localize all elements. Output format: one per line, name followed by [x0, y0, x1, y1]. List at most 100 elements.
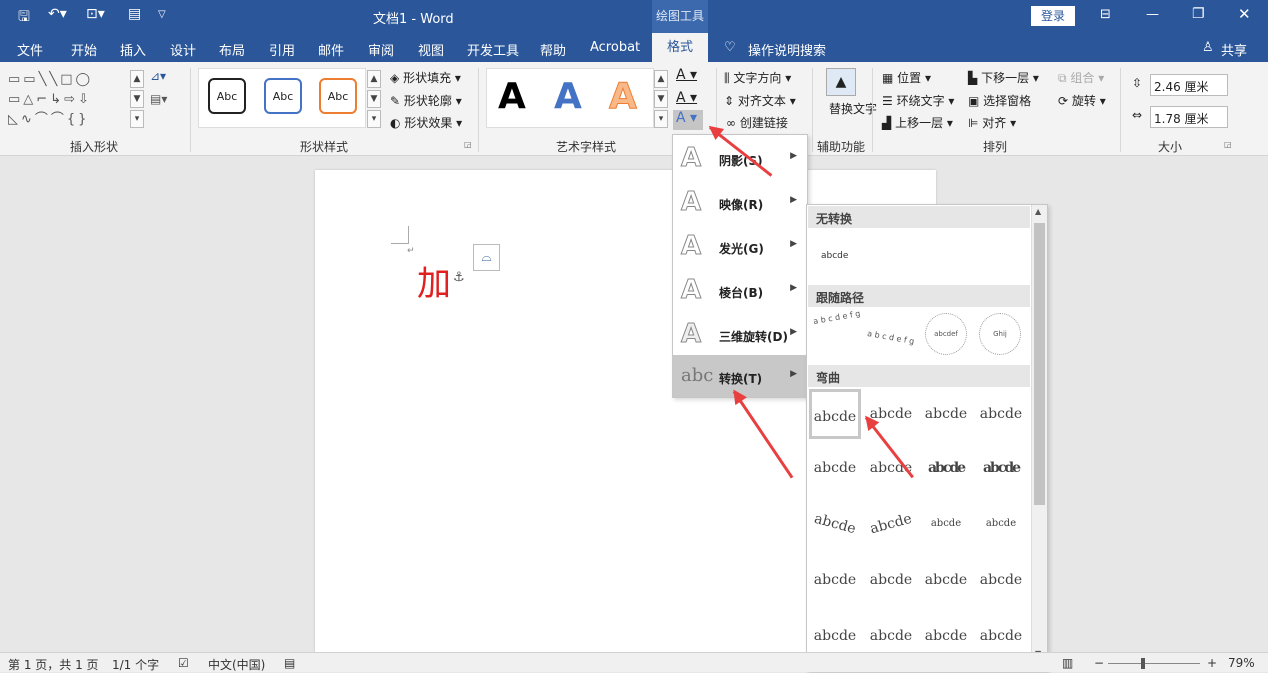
menu-item-3d-rotation[interactable]: A 三维旋转(D) ▶: [673, 313, 807, 357]
wrap-text-button[interactable]: ☰ 环绕文字 ▾: [882, 92, 954, 109]
warp-ring-inside[interactable]: abcde: [920, 443, 972, 493]
shape-style-orange[interactable]: Abc: [319, 78, 357, 114]
macro-icon[interactable]: ▤: [284, 656, 295, 670]
zoom-out-icon[interactable]: −: [1094, 656, 1104, 670]
shape-styles-up-icon[interactable]: ▲: [367, 70, 381, 88]
align-button[interactable]: ⊫ 对齐 ▾: [968, 114, 1016, 131]
zoom-in-icon[interactable]: +: [1207, 656, 1217, 670]
wordart-black[interactable]: A: [498, 76, 526, 117]
warp-chevron-up[interactable]: abcde: [809, 443, 861, 493]
shapes-more-icon[interactable]: ▾: [130, 110, 144, 128]
ribbon-display-icon[interactable]: ⊟: [1100, 7, 1111, 22]
format-painter-icon[interactable]: ▤: [128, 6, 141, 22]
shape-style-blue[interactable]: Abc: [264, 78, 302, 114]
proofing-icon[interactable]: ☑: [178, 656, 189, 670]
layout-options-icon[interactable]: ⌓: [473, 244, 500, 271]
tab-view[interactable]: 视图: [418, 40, 444, 59]
tab-insert[interactable]: 插入: [120, 40, 146, 59]
width-input[interactable]: 1.78 厘米: [1150, 106, 1228, 128]
shape-effect-button[interactable]: ◐ 形状效果 ▾: [390, 114, 462, 131]
shape-fill-button[interactable]: ◈ 形状填充 ▾: [390, 69, 461, 86]
position-button[interactable]: ▦ 位置 ▾: [882, 69, 931, 86]
alt-text-button[interactable]: 替换文字: [829, 102, 877, 116]
rotate-button[interactable]: ⟳ 旋转 ▾: [1058, 92, 1106, 109]
shape-styles-more-icon[interactable]: ▾: [367, 110, 381, 128]
share-button[interactable]: 共享: [1221, 40, 1247, 59]
tab-acrobat[interactable]: Acrobat: [590, 40, 640, 55]
restore-icon[interactable]: ❐: [1192, 6, 1205, 22]
edit-shape-icon[interactable]: ⊿▾: [150, 69, 166, 83]
alt-text-icon[interactable]: ▲: [826, 68, 856, 96]
share-icon[interactable]: ♙: [1202, 40, 1214, 55]
document-text[interactable]: 加: [417, 256, 451, 305]
tab-layout[interactable]: 布局: [219, 40, 245, 59]
zoom-level[interactable]: 79%: [1228, 656, 1255, 670]
send-backward-button[interactable]: ▙ 下移一层 ▾: [968, 69, 1039, 86]
text-effects-icon[interactable]: A ▾: [673, 110, 703, 130]
wordart-blue[interactable]: A: [554, 76, 582, 117]
menu-item-reflection[interactable]: A 映像(R) ▶: [673, 181, 807, 225]
menu-item-glow[interactable]: A 发光(G) ▶: [673, 225, 807, 269]
text-fill-icon[interactable]: A ▾: [676, 67, 697, 83]
size-dialog-launcher-icon[interactable]: ◲: [1224, 140, 1232, 149]
warp-arch-down[interactable]: abcde: [859, 493, 922, 555]
shape-outline-button[interactable]: ✎ 形状轮廓 ▾: [390, 92, 462, 109]
submenu-scrollbar[interactable]: ▲ ▼: [1031, 205, 1047, 671]
close-icon[interactable]: ✕: [1238, 5, 1251, 23]
warp-circle[interactable]: abcde: [920, 499, 972, 549]
warp-can-up[interactable]: abcde: [920, 555, 972, 605]
path-circle[interactable]: abcdef: [925, 313, 967, 355]
tab-help[interactable]: 帮助: [540, 40, 566, 59]
zoom-slider-thumb[interactable]: [1141, 658, 1145, 669]
path-arch-up[interactable]: a b c d e f g: [813, 309, 861, 326]
text-direction-button[interactable]: ⫼ 文字方向 ▾: [724, 69, 791, 86]
tab-developer[interactable]: 开发工具: [467, 40, 519, 59]
path-button[interactable]: Ghij: [979, 313, 1021, 355]
scroll-thumb[interactable]: [1034, 223, 1045, 505]
warp-curve-down[interactable]: abcde: [865, 555, 917, 605]
shapes-scroll-up-icon[interactable]: ▲: [130, 70, 144, 88]
transform-none[interactable]: abcde: [821, 251, 848, 261]
customize-qat-icon[interactable]: ▽: [158, 9, 166, 20]
menu-item-shadow[interactable]: A 阴影(S) ▶: [673, 137, 807, 181]
menu-item-bevel[interactable]: A 棱台(B) ▶: [673, 269, 807, 313]
touch-mode-icon[interactable]: ⊡▾: [86, 6, 105, 22]
path-arch-down[interactable]: a b c d e f g: [867, 329, 915, 346]
text-box-icon[interactable]: ▤▾: [150, 92, 167, 106]
dialog-launcher-icon[interactable]: ◲: [464, 140, 472, 149]
tell-me-search[interactable]: 操作说明搜索: [748, 40, 826, 59]
selection-pane-button[interactable]: ▣ 选择窗格: [968, 92, 1031, 109]
tab-design[interactable]: 设计: [170, 40, 196, 59]
wordart-up-icon[interactable]: ▲: [654, 70, 668, 88]
warp-arch-up[interactable]: abcde: [803, 493, 866, 555]
warp-triangle-down[interactable]: abcde: [975, 389, 1027, 439]
tab-home[interactable]: 开始: [71, 40, 97, 59]
save-icon[interactable]: 🖫: [18, 6, 30, 30]
align-text-button[interactable]: ⇕ 对齐文本 ▾: [724, 92, 796, 109]
warp-button[interactable]: abcde: [975, 499, 1027, 549]
shape-styles-down-icon[interactable]: ▼: [367, 90, 381, 108]
read-mode-icon[interactable]: ▥: [1062, 656, 1073, 670]
scroll-up-icon[interactable]: ▲: [1035, 207, 1041, 216]
wordart-more-icon[interactable]: ▾: [654, 110, 668, 128]
text-outline-icon[interactable]: A ▾: [676, 90, 697, 106]
tab-mailings[interactable]: 邮件: [318, 40, 344, 59]
tab-file[interactable]: 文件: [17, 40, 43, 59]
tab-references[interactable]: 引用: [269, 40, 295, 59]
warp-ring-outside[interactable]: abcde: [975, 443, 1027, 493]
height-input[interactable]: 2.46 厘米: [1150, 74, 1228, 96]
shape-style-black[interactable]: Abc: [208, 78, 246, 114]
wordart-orange[interactable]: A: [609, 76, 638, 118]
zoom-slider[interactable]: [1108, 663, 1200, 664]
warp-can-down[interactable]: abcde: [975, 555, 1027, 605]
tab-format[interactable]: 格式: [652, 33, 708, 62]
wordart-down-icon[interactable]: ▼: [654, 90, 668, 108]
word-count[interactable]: 1/1 个字: [112, 656, 159, 673]
warp-curve-up[interactable]: abcde: [809, 555, 861, 605]
login-button[interactable]: 登录: [1031, 6, 1075, 26]
language[interactable]: 中文(中国): [208, 656, 265, 673]
warp-plain[interactable]: abcde: [809, 389, 861, 439]
minimize-icon[interactable]: —: [1146, 7, 1159, 22]
shapes-gallery[interactable]: ▭▭╲╲□◯ ▭△⌐↳⇨⇩ ◺∿⌒⌒{}: [8, 70, 128, 130]
shapes-scroll-down-icon[interactable]: ▼: [130, 90, 144, 108]
